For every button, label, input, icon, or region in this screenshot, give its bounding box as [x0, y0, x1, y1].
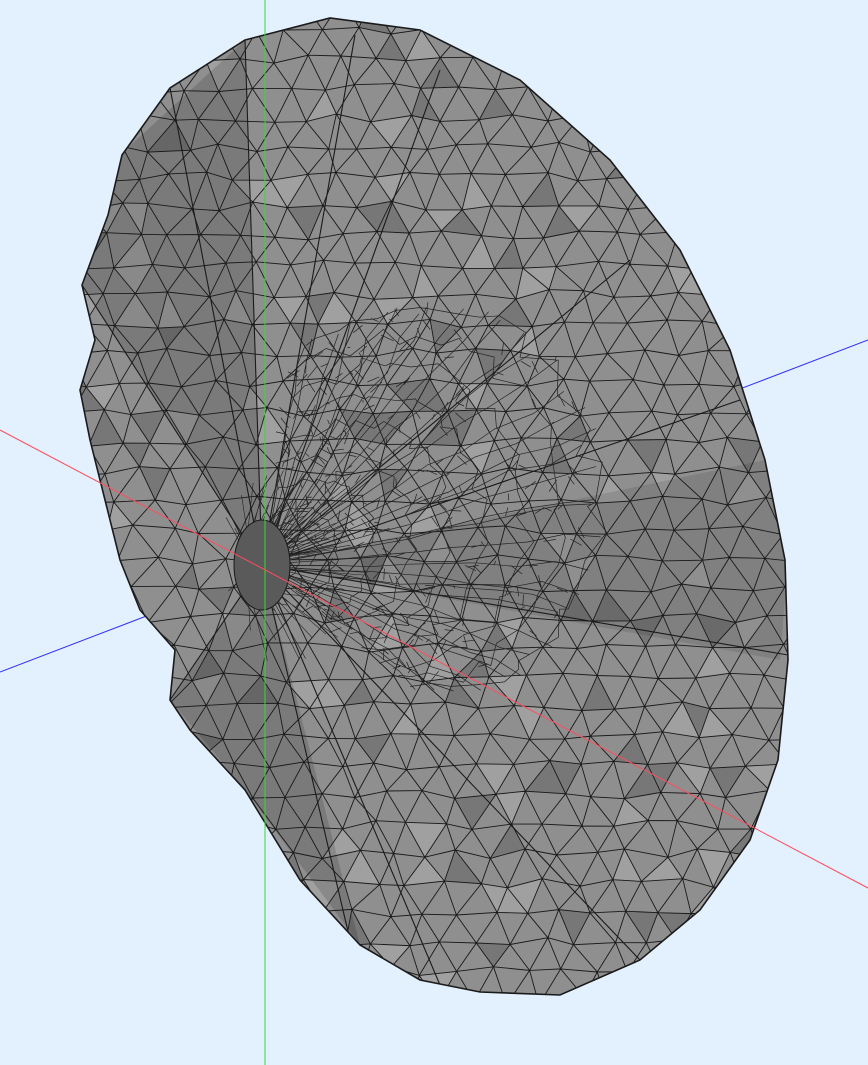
tetrahedral-mesh-solid[interactable]	[0, 0, 868, 1065]
3d-viewport[interactable]	[0, 0, 868, 1065]
cone-throat	[233, 519, 291, 611]
mesh-scene[interactable]	[0, 0, 868, 1065]
